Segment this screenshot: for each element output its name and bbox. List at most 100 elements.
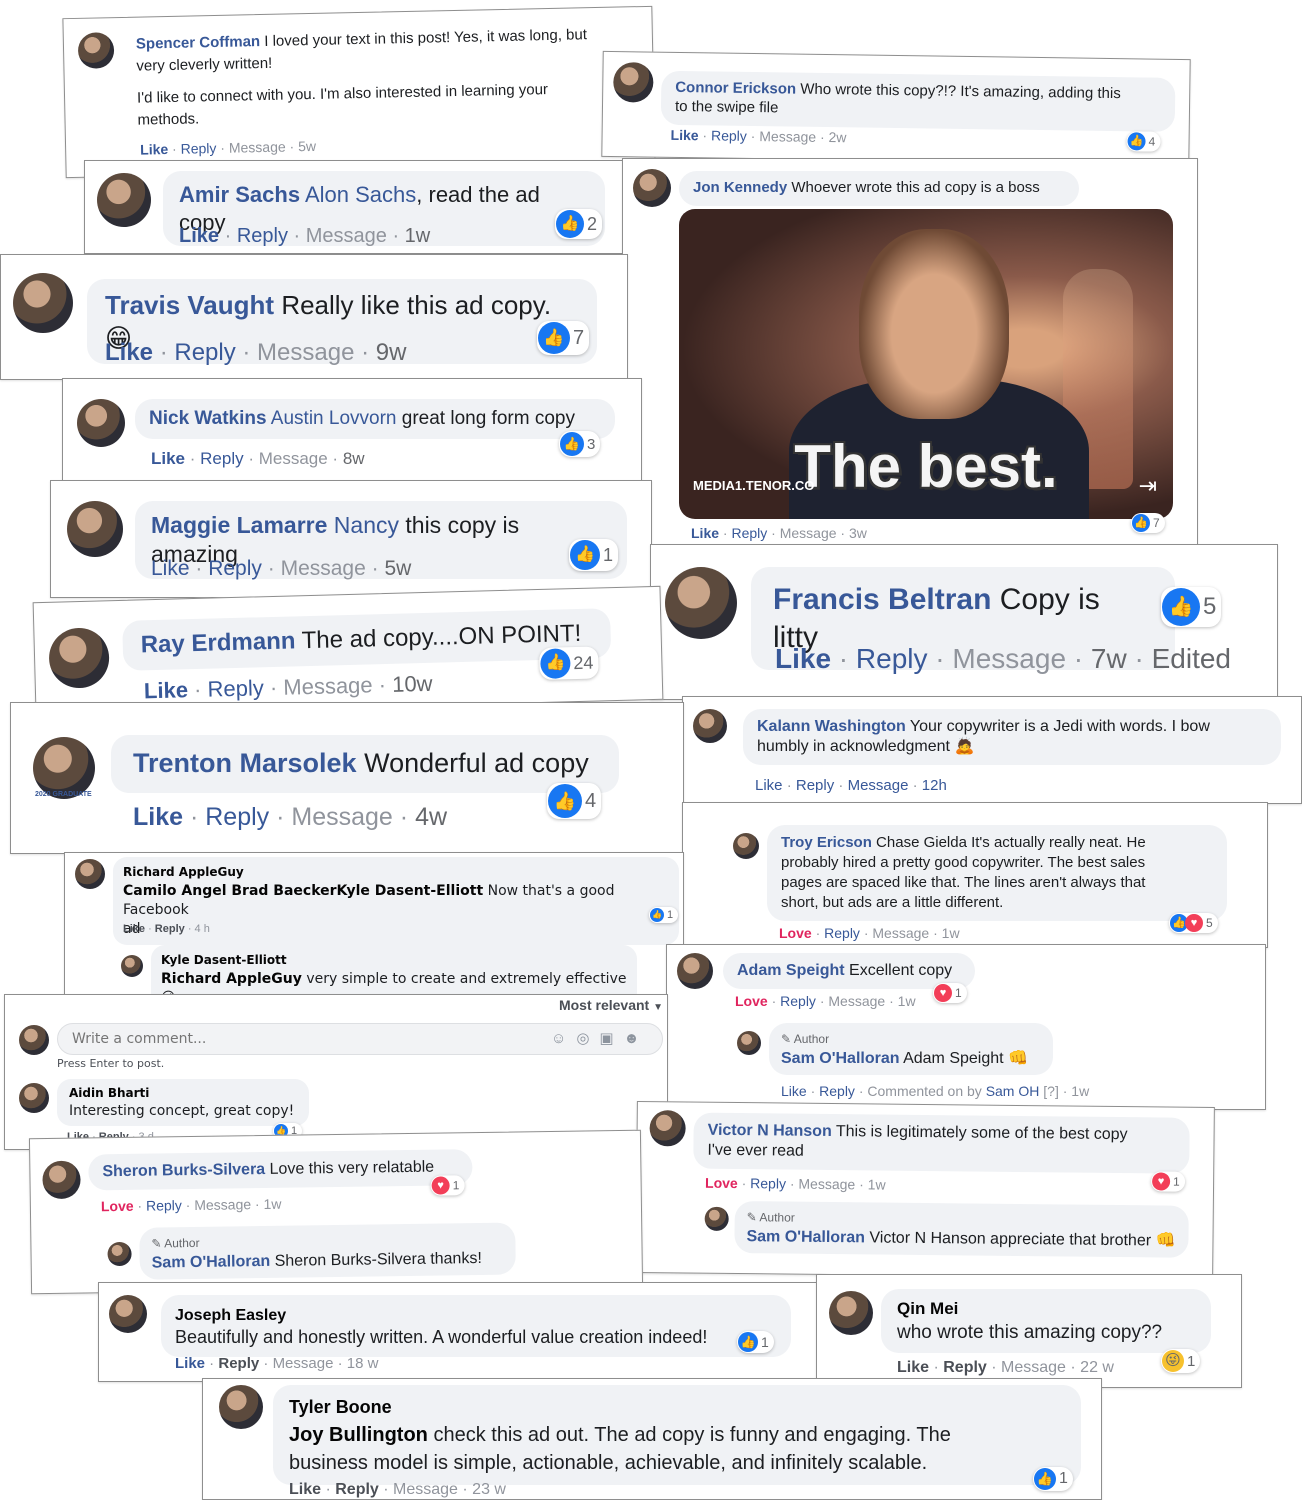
message-button[interactable]: Message: [273, 1355, 334, 1372]
like-button[interactable]: Like: [144, 677, 189, 703]
avatar[interactable]: [665, 567, 737, 639]
reaction-count[interactable]: 👍 1: [649, 907, 679, 923]
timestamp[interactable]: 22 w: [1080, 1359, 1114, 1376]
message-button[interactable]: Message: [281, 557, 366, 580]
mention-link[interactable]: Austin Lovvorn: [271, 408, 397, 429]
commenter-name[interactable]: Connor Erickson: [675, 79, 796, 98]
replier-name[interactable]: Sam O'Halloran: [152, 1253, 271, 1272]
reply-button[interactable]: Reply: [174, 339, 235, 366]
commenter-name[interactable]: Adam Speight: [737, 962, 845, 979]
commenter-name[interactable]: Sheron Burks-Silvera: [102, 1161, 265, 1180]
avatar[interactable]: [107, 1241, 132, 1267]
like-button[interactable]: Like: [133, 803, 183, 831]
message-button[interactable]: Message: [291, 803, 392, 831]
timestamp[interactable]: 2w: [828, 129, 846, 145]
avatar[interactable]: [19, 1025, 49, 1055]
reply-button[interactable]: Reply: [819, 1083, 855, 1099]
reply-button[interactable]: Reply: [146, 1197, 182, 1213]
message-button[interactable]: Message: [848, 777, 909, 794]
mention-link[interactable]: Nancy: [334, 512, 399, 538]
reply-button[interactable]: Reply: [856, 643, 928, 674]
reply-button[interactable]: Reply: [750, 1175, 786, 1191]
avatar[interactable]: [109, 1295, 147, 1333]
avatar[interactable]: [649, 1110, 686, 1147]
commenter-name[interactable]: Aidin Bharti: [69, 1086, 149, 1100]
timestamp[interactable]: 23 w: [472, 1481, 506, 1498]
reply-button[interactable]: Reply: [824, 925, 860, 941]
commenter-name[interactable]: Tyler Boone: [289, 1397, 392, 1417]
message-button[interactable]: Message: [283, 672, 373, 699]
reaction-count[interactable]: ♥ 1: [430, 1175, 465, 1196]
message-button[interactable]: Message: [229, 139, 286, 156]
commenter-name[interactable]: Francis Beltran: [773, 583, 991, 616]
reply-button[interactable]: Reply: [180, 140, 216, 157]
message-button[interactable]: Message: [828, 993, 885, 1009]
reaction-count[interactable]: 👍 4: [1126, 131, 1161, 152]
like-button[interactable]: Like: [289, 1481, 321, 1498]
reaction-count[interactable]: 👍 3: [559, 431, 601, 457]
commenter-name[interactable]: Victor N Hanson: [708, 1122, 832, 1140]
love-button[interactable]: Love: [735, 993, 768, 1009]
timestamp[interactable]: 12h: [922, 777, 947, 794]
avatar[interactable]: [97, 173, 151, 227]
gif-source[interactable]: MEDIA1.TENOR.CO: [693, 478, 814, 493]
sticker-icon[interactable]: ☻: [624, 1030, 650, 1047]
reaction-count[interactable]: 👍 1: [569, 539, 619, 571]
timestamp[interactable]: 10w: [392, 671, 433, 697]
like-button[interactable]: Like: [897, 1359, 929, 1376]
avatar[interactable]: [42, 1160, 81, 1200]
love-button[interactable]: Love: [779, 925, 812, 941]
commenter-name[interactable]: Troy Ericson: [781, 834, 872, 851]
avatar[interactable]: [613, 62, 654, 103]
timestamp[interactable]: 5w: [298, 138, 316, 154]
like-button[interactable]: Like: [140, 141, 168, 158]
reply-button[interactable]: Reply: [711, 127, 747, 143]
reaction-count[interactable]: 👍 1: [1033, 1467, 1073, 1491]
avatar[interactable]: [693, 709, 727, 743]
sort-dropdown[interactable]: Most relevant ▼: [559, 997, 663, 1013]
message-button[interactable]: Message: [194, 1196, 251, 1213]
avatar[interactable]: [77, 399, 125, 447]
mention-link[interactable]: Alon Sachs: [305, 182, 416, 207]
reply-button[interactable]: Reply: [335, 1481, 379, 1498]
reaction-count[interactable]: 👍 2: [555, 209, 603, 239]
reaction-count[interactable]: 👍 24: [538, 646, 599, 680]
avatar[interactable]: [704, 1206, 729, 1231]
commenter-name[interactable]: Ray Erdmann: [140, 627, 295, 658]
message-button[interactable]: Message: [1001, 1359, 1066, 1376]
timestamp[interactable]: 1w: [1071, 1083, 1089, 1099]
message-button[interactable]: Message: [952, 643, 1066, 674]
reply-button[interactable]: Reply: [731, 525, 767, 541]
timestamp[interactable]: 4w: [415, 803, 447, 831]
like-button[interactable]: Like: [775, 643, 831, 674]
reply-button[interactable]: Reply: [943, 1359, 987, 1376]
replier-name[interactable]: Kyle Dasent-Elliott: [161, 953, 287, 967]
timestamp[interactable]: 5w: [384, 557, 411, 580]
message-button[interactable]: Message: [259, 449, 328, 468]
like-button[interactable]: Like: [175, 1355, 205, 1372]
timestamp[interactable]: 18 w: [347, 1355, 379, 1372]
camera-icon[interactable]: ◎: [576, 1030, 599, 1047]
reply-button[interactable]: Reply: [780, 993, 816, 1009]
reply-button[interactable]: Reply: [796, 777, 834, 794]
emoji-icon[interactable]: ☺: [551, 1030, 576, 1047]
timestamp[interactable]: 4 h: [195, 923, 210, 935]
like-button[interactable]: Like: [151, 557, 190, 580]
commenter-name[interactable]: Nick Watkins: [149, 408, 267, 429]
reaction-count[interactable]: 😜 1: [1161, 1349, 1201, 1373]
timestamp[interactable]: 1w: [405, 225, 431, 247]
avatar[interactable]: [13, 273, 73, 333]
avatar[interactable]: [48, 627, 110, 689]
timestamp[interactable]: 3w: [849, 525, 867, 541]
avatar[interactable]: [121, 955, 143, 977]
reaction-count[interactable]: ♥ 1: [1150, 1171, 1185, 1192]
replier-name[interactable]: Sam O'Halloran: [746, 1228, 865, 1246]
timestamp[interactable]: 1w: [898, 993, 916, 1009]
avatar[interactable]: [19, 1083, 49, 1113]
reply-button[interactable]: Reply: [155, 923, 185, 935]
reply-button[interactable]: Reply: [207, 675, 264, 701]
message-button[interactable]: Message: [393, 1481, 458, 1498]
message-button[interactable]: Message: [798, 1176, 855, 1193]
reaction-count[interactable]: 👍 5: [1161, 587, 1222, 627]
commenter-name[interactable]: Richard AppleGuy: [123, 865, 244, 879]
